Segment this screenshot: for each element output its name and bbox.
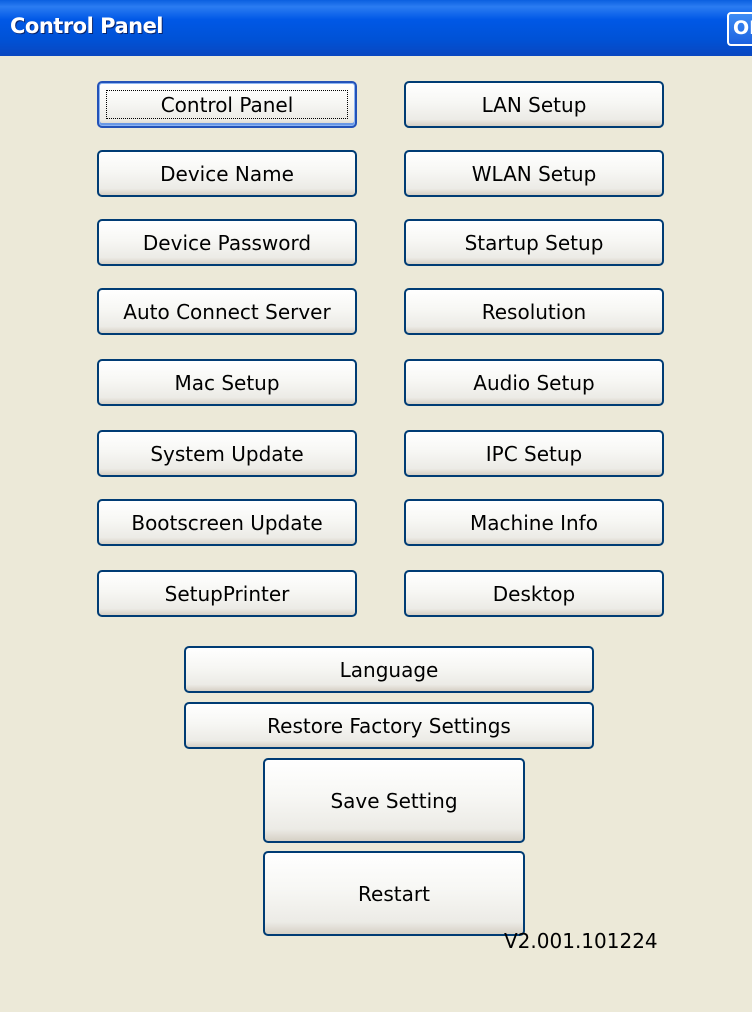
wlan-setup-button[interactable]: WLAN Setup [404, 150, 664, 197]
lan-setup-button[interactable]: LAN Setup [404, 81, 664, 128]
mac-setup-button[interactable]: Mac Setup [97, 359, 357, 406]
control-panel-button[interactable]: Control Panel [97, 81, 357, 128]
version-label: V2.001.101224 [504, 929, 658, 953]
auto-connect-server-button[interactable]: Auto Connect Server [97, 288, 357, 335]
audio-setup-button[interactable]: Audio Setup [404, 359, 664, 406]
control-panel-button-label: Control Panel [160, 92, 294, 117]
desktop-button[interactable]: Desktop [404, 570, 664, 617]
window-title: Control Panel [10, 14, 164, 38]
setup-printer-button[interactable]: SetupPrinter [97, 570, 357, 617]
system-update-button[interactable]: System Update [97, 430, 357, 477]
language-button[interactable]: Language [184, 646, 594, 693]
ok-button[interactable]: OK [727, 12, 752, 46]
device-name-button[interactable]: Device Name [97, 150, 357, 197]
restore-factory-settings-button[interactable]: Restore Factory Settings [184, 702, 594, 749]
machine-info-button[interactable]: Machine Info [404, 499, 664, 546]
bootscreen-update-button[interactable]: Bootscreen Update [97, 499, 357, 546]
device-password-button[interactable]: Device Password [97, 219, 357, 266]
ipc-setup-button[interactable]: IPC Setup [404, 430, 664, 477]
title-bar: Control Panel OK [0, 0, 752, 56]
restart-button[interactable]: Restart [263, 851, 525, 936]
resolution-button[interactable]: Resolution [404, 288, 664, 335]
control-panel-window: Control Panel OK Control Panel Device Na… [0, 0, 752, 1012]
save-setting-button[interactable]: Save Setting [263, 758, 525, 843]
startup-setup-button[interactable]: Startup Setup [404, 219, 664, 266]
